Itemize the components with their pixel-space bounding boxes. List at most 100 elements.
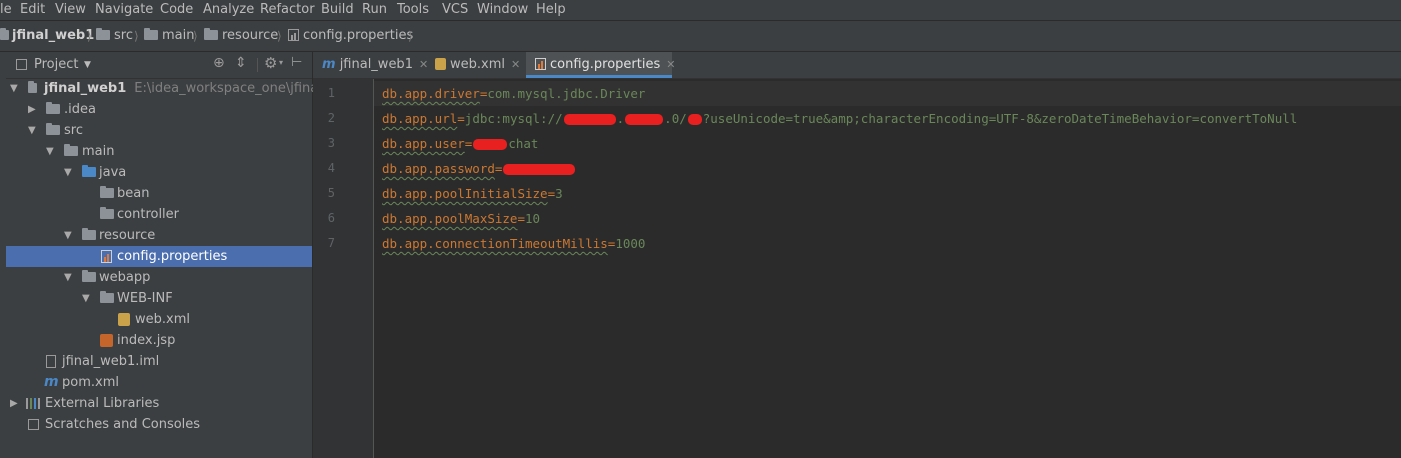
- line-number: 4: [327, 161, 335, 175]
- tree-item-config-properties[interactable]: config.properties: [6, 246, 312, 267]
- menu-run[interactable]: Run: [362, 1, 387, 19]
- menu-bar: le Edit View Navigate Code Analyze Refac…: [0, 0, 1401, 21]
- menu-vcs[interactable]: VCS: [442, 1, 468, 19]
- close-icon[interactable]: ✕: [511, 58, 520, 71]
- chevron-down-icon[interactable]: ▼: [10, 78, 18, 99]
- tree-item-src[interactable]: ▼ src: [6, 120, 312, 141]
- menu-file[interactable]: le: [0, 1, 12, 19]
- tree-item-bean[interactable]: bean: [6, 183, 312, 204]
- code-line: db.app.password=: [382, 156, 576, 181]
- xml-file-icon: [435, 58, 446, 70]
- chevron-right-icon[interactable]: ▶: [28, 99, 36, 120]
- tree-item-resource[interactable]: ▼ resource: [6, 225, 312, 246]
- chevron-down-icon[interactable]: ▼: [28, 120, 36, 141]
- chevron-down-icon[interactable]: ▼: [64, 162, 72, 183]
- tree-item-main[interactable]: ▼ main: [6, 141, 312, 162]
- menu-code[interactable]: Code: [160, 1, 193, 19]
- code-line: db.app.poolMaxSize=10: [382, 211, 541, 226]
- redaction-mark: [625, 114, 664, 125]
- folder-icon: [28, 81, 37, 93]
- gear-icon[interactable]: ⚙: [264, 54, 277, 72]
- tree-item-idea[interactable]: ▶ .idea: [6, 99, 312, 120]
- tree-item-external-libraries[interactable]: ▶ External Libraries: [6, 393, 312, 414]
- menu-analyze[interactable]: Analyze: [203, 1, 254, 19]
- chevron-down-icon[interactable]: ▼: [64, 225, 72, 246]
- line-number-gutter: 1 2 3 4 5 6 7: [313, 79, 374, 458]
- chevron-down-icon[interactable]: ▼: [64, 267, 72, 288]
- project-view-selector[interactable]: Project: [34, 56, 78, 74]
- properties-file-icon: [288, 29, 299, 41]
- code-line: db.app.user= chat: [382, 136, 539, 151]
- collapse-all-icon[interactable]: ⇕: [235, 55, 247, 71]
- folder-icon: [96, 28, 110, 40]
- chevron-down-icon[interactable]: ▼: [84, 56, 91, 74]
- editor-tab-bar: m jfinal_web1 ✕ web.xml ✕ config.propertie…: [313, 52, 1401, 79]
- redaction-mark: [563, 114, 616, 125]
- code-line: db.app.poolInitialSize=3: [382, 186, 563, 201]
- folder-icon: [204, 28, 218, 40]
- tree-item-java[interactable]: ▼ java: [6, 162, 312, 183]
- tree-item-iml[interactable]: jfinal_web1.iml: [6, 351, 312, 372]
- menu-edit[interactable]: Edit: [20, 1, 45, 19]
- menu-tools[interactable]: Tools: [397, 1, 429, 19]
- breadcrumb-project[interactable]: jfinal_web1: [0, 27, 94, 45]
- menu-build[interactable]: Build: [321, 1, 354, 19]
- chevron-right-icon: ⟩: [134, 29, 139, 43]
- line-number: 1: [327, 86, 335, 100]
- menu-view[interactable]: View: [55, 1, 86, 19]
- redaction-mark: [503, 164, 576, 175]
- maven-icon: m: [44, 374, 59, 390]
- maven-icon: m: [322, 57, 336, 72]
- line-number: 2: [327, 111, 335, 125]
- folder-icon: [82, 270, 96, 282]
- tree-item-web-xml[interactable]: web.xml: [6, 309, 312, 330]
- divider: [257, 58, 258, 72]
- folder-icon: [144, 28, 158, 40]
- package-icon: [100, 207, 114, 219]
- chevron-right-icon: ⟩: [277, 29, 282, 43]
- chevron-down-icon[interactable]: ▼: [46, 141, 54, 162]
- chevron-right-icon: ⟩: [408, 29, 413, 43]
- tab-web-xml[interactable]: web.xml ✕: [426, 52, 526, 78]
- folder-icon: [64, 144, 78, 156]
- tab-config-properties[interactable]: config.properties ✕: [526, 52, 675, 78]
- code-line: db.app.driver=com.mysql.jdbc.Driver: [382, 86, 646, 101]
- chevron-down-icon[interactable]: ▼: [82, 288, 90, 309]
- chevron-down-icon[interactable]: ▾: [279, 58, 283, 67]
- folder-icon: [46, 102, 60, 114]
- chevron-right-icon[interactable]: ▶: [10, 393, 18, 414]
- jsp-file-icon: [100, 334, 113, 347]
- tree-item-scratches[interactable]: Scratches and Consoles: [6, 414, 312, 435]
- tree-item-project-root[interactable]: ▼ jfinal_web1 E:\idea_workspace_one\jfina…: [6, 78, 355, 99]
- close-icon[interactable]: ✕: [666, 58, 675, 71]
- folder-icon: [100, 291, 114, 303]
- project-panel: Project ▼ ⊕ ⇕ ⚙ ▾ ⊢ ▼ jfinal_web1 E:\idea…: [6, 52, 355, 458]
- line-number: 3: [327, 136, 335, 150]
- properties-file-icon: [535, 58, 546, 70]
- module-file-icon: [46, 355, 56, 368]
- tree-item-webapp[interactable]: ▼ webapp: [6, 267, 312, 288]
- hide-panel-icon[interactable]: ⊢: [291, 55, 302, 70]
- breadcrumb-resource[interactable]: resource: [204, 27, 278, 45]
- tree-item-index-jsp[interactable]: index.jsp: [6, 330, 312, 351]
- scratches-icon: [28, 419, 39, 430]
- menu-refactor[interactable]: Refactor: [260, 1, 315, 19]
- menu-navigate[interactable]: Navigate: [95, 1, 153, 19]
- project-panel-header: Project ▼ ⊕ ⇕ ⚙ ▾ ⊢: [6, 52, 312, 79]
- breadcrumb-src[interactable]: src: [96, 27, 133, 45]
- properties-file-icon: [101, 250, 112, 263]
- tree-item-web-inf[interactable]: ▼ WEB-INF: [6, 288, 312, 309]
- menu-help[interactable]: Help: [536, 1, 566, 19]
- chevron-right-icon: ⟩: [87, 29, 92, 43]
- locate-icon[interactable]: ⊕: [213, 55, 225, 71]
- tree-item-controller[interactable]: controller: [6, 204, 312, 225]
- code-editor[interactable]: db.app.driver=com.mysql.jdbc.Driver db.a…: [374, 79, 1401, 458]
- menu-window[interactable]: Window: [477, 1, 528, 19]
- tab-jfinal-web1[interactable]: m jfinal_web1 ✕: [313, 52, 428, 78]
- tree-item-pom-xml[interactable]: m pom.xml: [6, 372, 312, 393]
- line-number: 5: [327, 186, 335, 200]
- source-folder-icon: [82, 165, 96, 177]
- breadcrumb-file[interactable]: config.properties: [288, 27, 413, 45]
- project-view-icon: [16, 59, 27, 70]
- breadcrumb-main[interactable]: main: [144, 27, 194, 45]
